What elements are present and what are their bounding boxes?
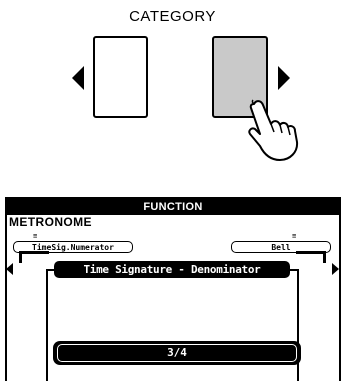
item-indicator-right: ≡ <box>292 232 297 240</box>
category-right-arrow-icon <box>278 66 290 90</box>
pressing-hand-icon <box>248 99 299 161</box>
category-left-button[interactable] <box>93 36 148 118</box>
value-display: 3/4 <box>53 341 301 365</box>
value-text: 3/4 <box>57 344 297 362</box>
page-title: Time Signature - Denominator <box>54 261 290 278</box>
item-indicator-left: ≡ <box>33 232 38 240</box>
bracket-left <box>19 251 49 263</box>
category-left-arrow-icon <box>72 66 84 90</box>
function-header: FUNCTION <box>7 199 339 215</box>
category-label: CATEGORY <box>129 8 216 25</box>
mode-label: METRONOME <box>9 215 92 229</box>
scroll-right-icon <box>332 263 339 275</box>
scroll-left-icon <box>6 263 13 275</box>
bracket-right <box>296 251 326 263</box>
